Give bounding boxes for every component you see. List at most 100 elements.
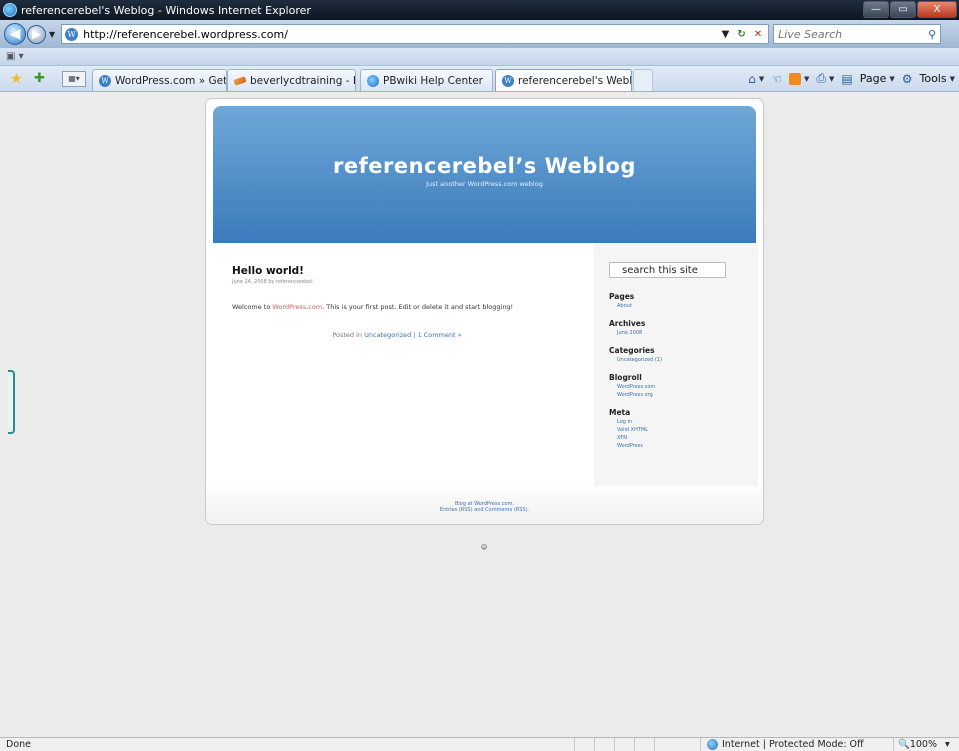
widget-blogroll: Blogroll WordPress.com WordPress.org bbox=[609, 373, 758, 398]
sidebar-link-uncategorized[interactable]: Uncategorized (1) bbox=[617, 357, 758, 363]
ie-logo-icon bbox=[3, 3, 17, 17]
sidebar-handle[interactable] bbox=[8, 370, 15, 434]
category-link[interactable]: Uncategorized bbox=[364, 331, 411, 339]
comments-link[interactable]: 1 Comment » bbox=[418, 331, 462, 339]
site-search-input[interactable]: search this site bbox=[609, 262, 726, 278]
back-button[interactable]: ◀ bbox=[4, 23, 26, 45]
add-favorite-icon[interactable]: ✚ bbox=[34, 71, 45, 86]
command-bar: ⌂ ▼ ☜ ▼ ⎙ ▼ ▤ Page ▼ ⚙ Tools ▼ bbox=[748, 71, 955, 86]
research-icon[interactable]: ☜ bbox=[771, 72, 782, 86]
tab-referencerebel-weblog[interactable]: W referencerebel's Weblog ✕ bbox=[495, 69, 632, 91]
security-zone[interactable]: Internet | Protected Mode: Off bbox=[700, 738, 864, 751]
zoom-control[interactable]: 🔍100% ▾ bbox=[893, 738, 950, 751]
window-controls: — ▭ X bbox=[862, 1, 957, 18]
url-text[interactable]: http://referencerebel.wordpress.com/ bbox=[83, 28, 722, 41]
window-titlebar: referencerebel's Weblog - Windows Intern… bbox=[0, 0, 959, 20]
chevron-down-icon[interactable]: ▼ bbox=[950, 75, 955, 83]
sidebar-link-wordpress[interactable]: WordPress bbox=[617, 443, 758, 449]
widget-pages: Pages About bbox=[609, 292, 758, 309]
widget-heading: Meta bbox=[609, 408, 631, 417]
status-bar: Done Internet | Protected Mode: Off 🔍100… bbox=[0, 737, 959, 751]
blog-description: Just another WordPress.com weblog bbox=[426, 180, 543, 188]
post-footer: Posted in Uncategorized | 1 Comment » bbox=[232, 331, 562, 339]
blog-title[interactable]: referencerebel’s Weblog bbox=[213, 154, 756, 178]
zone-label: Internet | Protected Mode: Off bbox=[722, 739, 864, 750]
sidebar-link-xfn[interactable]: XFN bbox=[617, 435, 758, 441]
tab-beverlycdtraining[interactable]: beverlycdtraining - Editing bbox=[227, 69, 356, 91]
wordpress-icon: W bbox=[502, 74, 514, 87]
blog-sidebar: search this site Pages About Archives Ju… bbox=[594, 243, 758, 486]
sidebar-link-wordpress-org[interactable]: WordPress.org bbox=[617, 392, 758, 398]
ie-icon bbox=[367, 74, 379, 87]
sidebar-link-valid-xhtml[interactable]: Valid XHTML bbox=[617, 427, 758, 433]
post-title[interactable]: Hello world! bbox=[232, 265, 562, 277]
new-tab-button[interactable] bbox=[633, 69, 653, 91]
status-panes bbox=[574, 738, 674, 751]
widget-heading: Archives bbox=[609, 319, 646, 328]
maximize-button[interactable]: ▭ bbox=[890, 1, 916, 18]
wordpress-icon: W bbox=[99, 74, 111, 87]
tools-menu-button[interactable]: Tools bbox=[920, 72, 947, 85]
zoom-value: 100% bbox=[909, 739, 938, 750]
page-menu-icon[interactable]: ▣ ▾ bbox=[6, 51, 24, 62]
stats-smiley: ☺ bbox=[481, 544, 488, 551]
sidebar-link-wordpress-com[interactable]: WordPress.com bbox=[617, 384, 758, 390]
browser-viewport: referencerebel’s Weblog Just another Wor… bbox=[0, 92, 959, 737]
chevron-down-icon[interactable]: ▼ bbox=[829, 75, 834, 83]
wordpress-icon: W bbox=[65, 27, 79, 41]
history-dropdown-icon[interactable]: ▼ bbox=[49, 30, 55, 39]
stop-icon[interactable]: ✕ bbox=[754, 29, 762, 40]
globe-icon bbox=[707, 739, 718, 750]
tab-bar: ★ ✚ ▦▾ W WordPress.com » Get a Fre... be… bbox=[0, 66, 959, 92]
secondary-toolbar: ▣ ▾ bbox=[0, 48, 959, 66]
post-body: Welcome to WordPress.com. This is your f… bbox=[232, 303, 562, 311]
post: Hello world! June 24, 2008 by referencer… bbox=[232, 265, 562, 339]
post-meta: June 24, 2008 by referencerebel bbox=[232, 279, 313, 285]
tab-label: PBwiki Help Center bbox=[383, 74, 483, 87]
tab-label: WordPress.com » Get a Fre... bbox=[115, 74, 227, 87]
forward-button[interactable]: ▶ bbox=[27, 24, 46, 44]
chevron-down-icon[interactable]: ▾ bbox=[945, 739, 950, 750]
chevron-down-icon[interactable]: ▼ bbox=[759, 75, 764, 83]
widget-heading: Pages bbox=[609, 292, 635, 301]
search-icon[interactable]: ⚲ bbox=[928, 28, 936, 41]
footer-rss-links[interactable]: Entries (RSS) and Comments (RSS). bbox=[206, 507, 763, 513]
sidebar-link-log-in[interactable]: Log in bbox=[617, 419, 758, 425]
close-button[interactable]: X bbox=[917, 1, 957, 18]
tab-wordpress-get-free[interactable]: W WordPress.com » Get a Fre... bbox=[92, 69, 227, 91]
tab-label: referencerebel's Weblog bbox=[518, 74, 632, 87]
zoom-level: 🔍100% bbox=[898, 739, 938, 750]
chevron-down-icon[interactable]: ▼ bbox=[889, 75, 894, 83]
chevron-down-icon[interactable]: ▼ bbox=[804, 75, 809, 83]
window-title: referencerebel's Weblog - Windows Intern… bbox=[21, 3, 311, 17]
post-body-text: . This is your first post. Edit or delet… bbox=[322, 303, 514, 311]
home-icon[interactable]: ⌂ bbox=[748, 72, 756, 86]
pencil-icon bbox=[233, 75, 247, 86]
tab-label: beverlycdtraining - Editing bbox=[250, 74, 355, 87]
search-input[interactable] bbox=[778, 27, 909, 41]
posted-in-label: Posted in bbox=[332, 331, 365, 339]
live-search-box: ⚲ bbox=[773, 24, 942, 44]
feeds-icon[interactable] bbox=[788, 72, 801, 85]
blog-header: referencerebel’s Weblog Just another Wor… bbox=[213, 106, 756, 243]
blog-page: referencerebel’s Weblog Just another Wor… bbox=[205, 98, 764, 525]
favorites-center-icon[interactable]: ★ bbox=[10, 71, 23, 87]
address-dropdown-icon[interactable]: ▼ bbox=[722, 29, 730, 40]
page-menu-button[interactable]: Page bbox=[860, 72, 887, 85]
wordpress-link[interactable]: WordPress.com bbox=[272, 303, 322, 311]
address-bar[interactable]: W http://referencerebel.wordpress.com/ ▼… bbox=[61, 24, 770, 44]
minimize-button[interactable]: — bbox=[863, 1, 889, 18]
status-text: Done bbox=[6, 739, 31, 750]
quick-tabs-button[interactable]: ▦▾ bbox=[62, 71, 86, 87]
widget-categories: Categories Uncategorized (1) bbox=[609, 346, 758, 363]
sidebar-link-june-2008[interactable]: June 2008 bbox=[617, 330, 758, 336]
blog-footer: Blog at WordPress.com. Entries (RSS) and… bbox=[206, 486, 763, 524]
widget-heading: Categories bbox=[609, 346, 655, 355]
refresh-icon[interactable]: ↻ bbox=[737, 29, 745, 40]
widget-heading: Blogroll bbox=[609, 373, 642, 382]
post-body-text: Welcome to bbox=[232, 303, 273, 311]
print-icon[interactable]: ⎙ bbox=[816, 71, 826, 86]
tab-pbwiki-help[interactable]: PBwiki Help Center bbox=[360, 69, 493, 91]
address-toolbar: ◀ ▶ ▼ W http://referencerebel.wordpress.… bbox=[0, 20, 959, 48]
sidebar-link-about[interactable]: About bbox=[617, 303, 758, 309]
